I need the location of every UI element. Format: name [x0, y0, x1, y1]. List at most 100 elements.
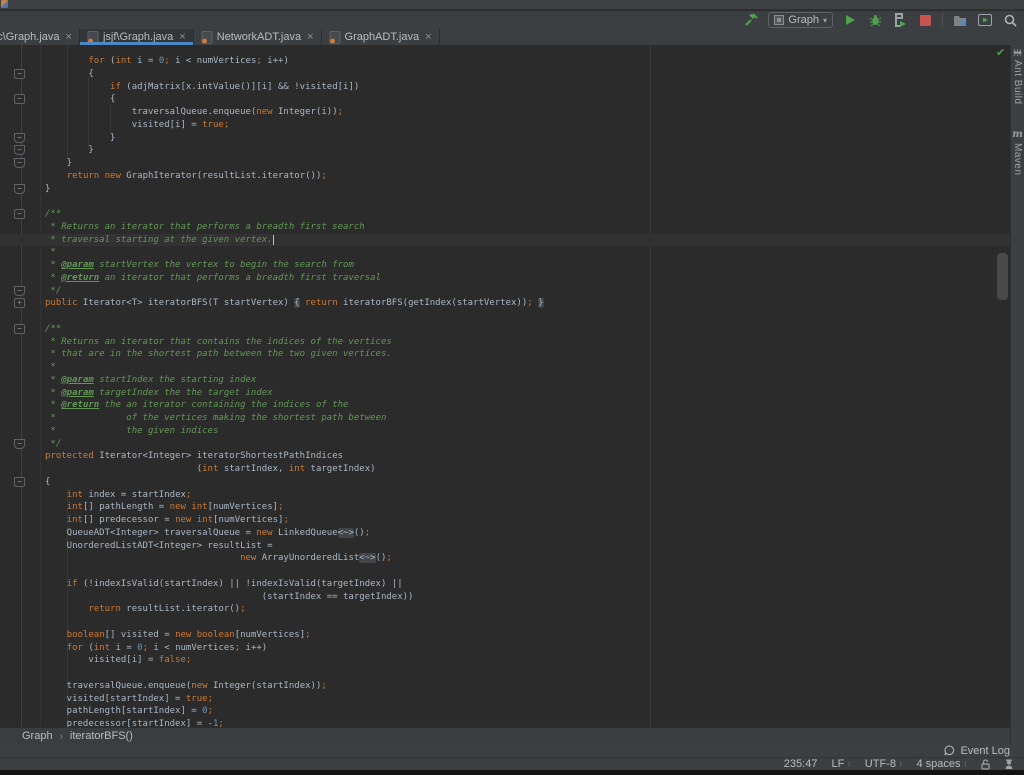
toolwindow-maven[interactable]: m Maven — [1012, 129, 1023, 176]
ide-window: Graph ▾ — [0, 0, 1024, 775]
code-line[interactable]: } — [0, 183, 1010, 196]
code-line[interactable] — [0, 565, 1010, 578]
code-line[interactable]: * the given indices — [0, 425, 1010, 438]
code-line[interactable]: } — [0, 132, 1010, 145]
fold-collapse-icon[interactable]: − — [14, 324, 25, 334]
code-line[interactable]: */ — [0, 438, 1010, 451]
close-icon[interactable]: × — [66, 32, 72, 42]
code-line[interactable]: if (adjMatrix[x.intValue()][i] && !visit… — [0, 81, 1010, 94]
run-window-icon[interactable] — [977, 12, 993, 28]
fold-expand-icon[interactable]: + — [14, 298, 25, 308]
code-line[interactable]: traversalQueue.enqueue(new Integer(i)); — [0, 106, 1010, 119]
code-line[interactable]: * that are in the shortest path between … — [0, 348, 1010, 361]
code-line[interactable]: return new GraphIterator(resultList.iter… — [0, 170, 1010, 183]
code-line[interactable]: traversalQueue.enqueue(new Integer(start… — [0, 680, 1010, 693]
tab-graphadt-java[interactable]: GraphADT.java × — [322, 29, 440, 45]
code-line[interactable]: public Iterator<T> iteratorBFS(T startVe… — [0, 297, 1010, 310]
editor-scrollbar-thumb[interactable] — [997, 253, 1008, 300]
code-line[interactable] — [0, 195, 1010, 208]
code-line[interactable]: for (int i = 0; i < numVertices; i++) — [0, 55, 1010, 68]
code-line[interactable]: boolean[] visited = new boolean[numVerti… — [0, 629, 1010, 642]
code-line[interactable]: * @return the an iterator containing the… — [0, 399, 1010, 412]
search-everywhere-icon[interactable] — [1002, 12, 1018, 28]
close-icon[interactable]: × — [425, 32, 431, 42]
code-line[interactable]: return resultList.iterator(); — [0, 603, 1010, 616]
code-line[interactable]: * Returns an iterator that performs a br… — [0, 221, 1010, 234]
fold-collapse-icon[interactable]: − — [14, 286, 25, 296]
close-icon[interactable]: × — [307, 32, 313, 42]
code-line[interactable]: /** — [0, 323, 1010, 336]
code-line[interactable]: * @param targetIndex the the target inde… — [0, 387, 1010, 400]
code-line[interactable]: * @return an iterator that performs a br… — [0, 272, 1010, 285]
tab-src-graph-java[interactable]: src\Graph.java × — [0, 29, 80, 45]
fold-collapse-icon[interactable]: − — [14, 184, 25, 194]
code-line[interactable]: pathLength[startIndex] = 0; — [0, 705, 1010, 718]
code-line[interactable]: (int startIndex, int targetIndex) — [0, 463, 1010, 476]
fold-collapse-icon[interactable]: − — [14, 145, 25, 155]
code-line[interactable]: } — [0, 157, 1010, 170]
code-editor[interactable]: for (int i = 0; i < numVertices; i++) { … — [0, 45, 1010, 727]
breadcrumb-item-method[interactable]: iteratorBFS() — [70, 730, 133, 742]
code-line[interactable]: * of the vertices making the shortest pa… — [0, 412, 1010, 425]
code-line[interactable]: } — [0, 144, 1010, 157]
code-line[interactable]: (startIndex == targetIndex)) — [0, 591, 1010, 604]
code-line[interactable]: * @param startIndex the starting index — [0, 374, 1010, 387]
code-line[interactable]: */ — [0, 285, 1010, 298]
code-line[interactable]: { — [0, 93, 1010, 106]
run-button[interactable] — [842, 12, 858, 28]
run-with-coverage-icon[interactable] — [892, 12, 908, 28]
code-line[interactable]: * @param startVertex the vertex to begin… — [0, 259, 1010, 272]
code-line[interactable]: * traversal starting at the given vertex… — [0, 234, 1010, 247]
fold-collapse-icon[interactable]: − — [14, 94, 25, 104]
inspection-ok-icon[interactable]: ✔ — [996, 46, 1005, 59]
code-line[interactable]: if (!indexIsValid(startIndex) || !indexI… — [0, 578, 1010, 591]
code-line[interactable]: { — [0, 68, 1010, 81]
run-config-app-icon — [774, 15, 784, 25]
close-icon[interactable]: × — [179, 32, 185, 42]
java-file-icon — [201, 31, 213, 44]
code-line[interactable]: visited[i] = false; — [0, 654, 1010, 667]
code-line[interactable]: * Returns an iterator that contains the … — [0, 336, 1010, 349]
code-line[interactable]: int index = startIndex; — [0, 489, 1010, 502]
code-line[interactable]: int[] predecessor = new int[numVertices]… — [0, 514, 1010, 527]
code-line[interactable]: for (int i = 0; i < numVertices; i++) — [0, 642, 1010, 655]
event-log-button[interactable]: Event Log — [960, 745, 1010, 757]
code-line[interactable]: protected Iterator<Integer> iteratorShor… — [0, 450, 1010, 463]
code-line[interactable]: * — [0, 361, 1010, 374]
fold-collapse-icon[interactable]: − — [14, 133, 25, 143]
hector-inspector-icon[interactable] — [1004, 759, 1014, 770]
code-line[interactable]: * — [0, 246, 1010, 259]
code-line[interactable]: predecessor[startIndex] = -1; — [0, 718, 1010, 727]
code-line[interactable] — [0, 310, 1010, 323]
fold-collapse-icon[interactable]: − — [14, 69, 25, 79]
fold-collapse-icon[interactable]: − — [14, 477, 25, 487]
line-ending-widget[interactable]: LF↕ — [831, 758, 850, 770]
indent-widget[interactable]: 4 spaces↕ — [916, 758, 967, 770]
code-line[interactable]: /** — [0, 208, 1010, 221]
breadcrumb-item-class[interactable]: Graph — [22, 730, 53, 742]
toolwindow-ant-build[interactable]: Ant Build — [1012, 48, 1023, 105]
project-structure-icon[interactable] — [952, 12, 968, 28]
code-line[interactable] — [0, 667, 1010, 680]
stop-button[interactable] — [917, 12, 933, 28]
caret-position-widget[interactable]: 235:47 — [784, 758, 818, 770]
debug-bug-icon[interactable] — [867, 12, 883, 28]
fold-collapse-icon[interactable]: − — [14, 158, 25, 168]
code-line[interactable]: { — [0, 476, 1010, 489]
fold-collapse-icon[interactable]: − — [14, 209, 25, 219]
code-line[interactable]: int[] pathLength = new int[numVertices]; — [0, 501, 1010, 514]
code-line[interactable]: UnorderedListADT<Integer> resultList = — [0, 540, 1010, 553]
tab-networkadt-java[interactable]: NetworkADT.java × — [194, 29, 322, 45]
run-configuration-dropdown[interactable]: Graph ▾ — [768, 12, 833, 28]
readonly-lock-icon[interactable] — [981, 759, 990, 770]
encoding-widget[interactable]: UTF-8↕ — [865, 758, 903, 770]
code-line[interactable]: new ArrayUnorderedList<~>(); — [0, 552, 1010, 565]
code-line[interactable]: QueueADT<Integer> traversalQueue = new L… — [0, 527, 1010, 540]
build-hammer-icon[interactable] — [743, 12, 759, 28]
code-line[interactable]: visited[startIndex] = true; — [0, 693, 1010, 706]
code-lines[interactable]: for (int i = 0; i < numVertices; i++) { … — [0, 45, 1010, 727]
code-line[interactable] — [0, 616, 1010, 629]
fold-collapse-icon[interactable]: − — [14, 439, 25, 449]
code-line[interactable]: visited[i] = true; — [0, 119, 1010, 132]
tab-jsjf-graph-java[interactable]: jsjf\Graph.java × — [80, 29, 194, 45]
